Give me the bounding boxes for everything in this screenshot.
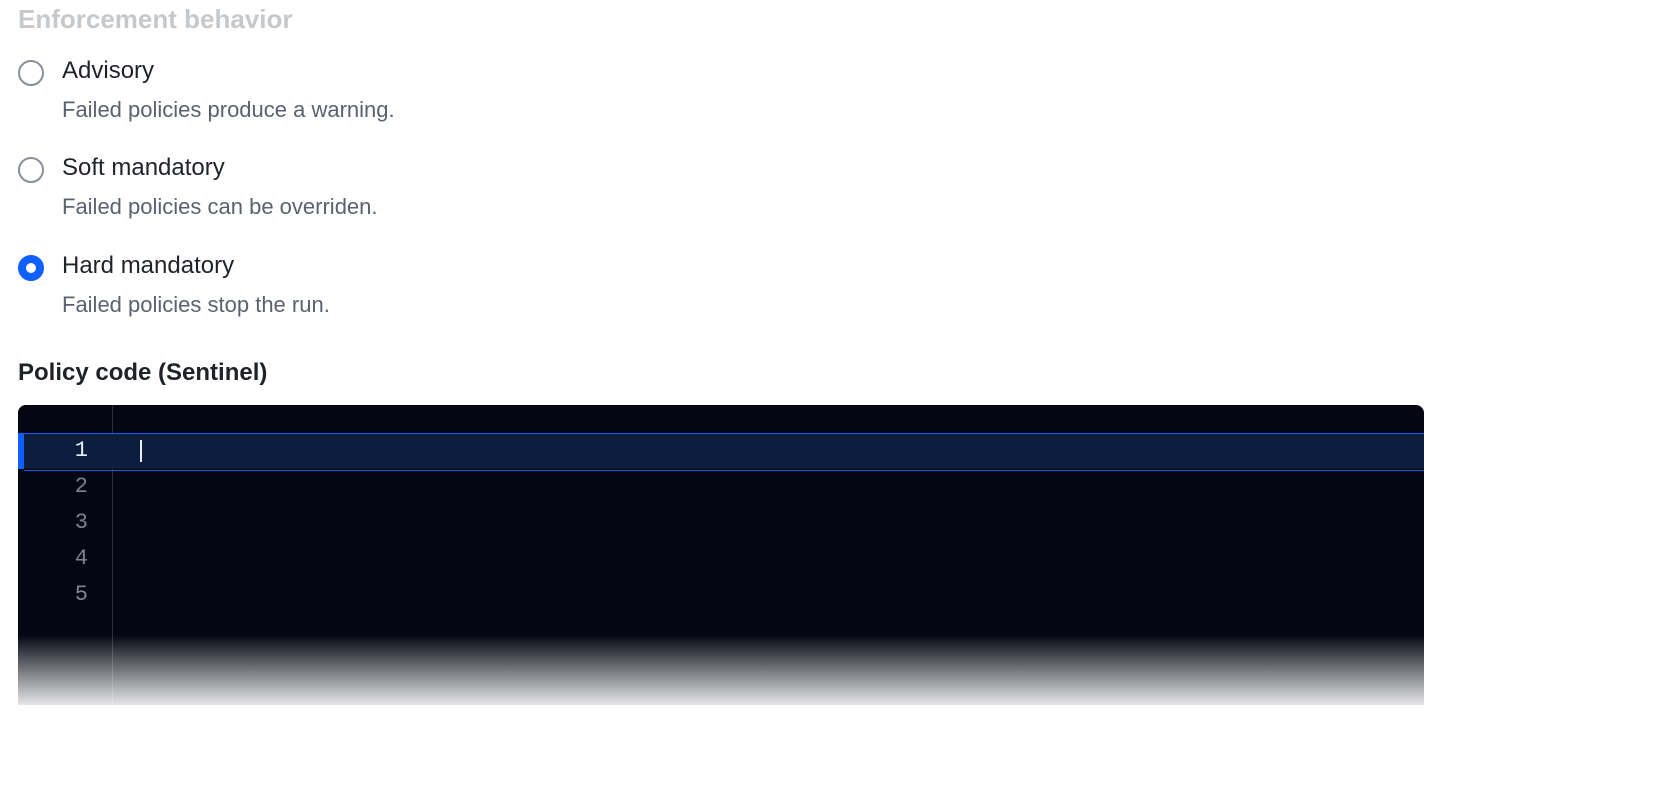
editor-line-3[interactable]: 3 [18,505,1424,541]
line-number: 1 [18,433,100,469]
radio-description: Failed policies can be overriden. [62,193,378,222]
radio-text: Soft mandatory Failed policies can be ov… [62,154,378,221]
editor-inner: 1 2 3 4 5 [18,405,1424,705]
radio-label: Advisory [62,57,395,86]
policy-code-heading: Policy code (Sentinel) [18,359,1654,387]
radio-icon [18,157,44,183]
line-number: 5 [18,577,100,613]
radio-text: Hard mandatory Failed policies stop the … [62,252,330,319]
policy-code-editor[interactable]: 1 2 3 4 5 [18,405,1424,705]
enforcement-behavior-radio-group: Advisory Failed policies produce a warni… [18,57,1654,319]
enforcement-option-advisory[interactable]: Advisory Failed policies produce a warni… [18,57,1654,124]
text-cursor-icon [140,440,142,462]
line-content [100,505,1424,541]
editor-line-4[interactable]: 4 [18,541,1424,577]
enforcement-option-soft-mandatory[interactable]: Soft mandatory Failed policies can be ov… [18,154,1654,221]
line-content [100,433,1424,469]
policy-form-fragment: Enforcement behavior Advisory Failed pol… [0,4,1672,705]
radio-icon-selected [18,255,44,281]
line-number: 4 [18,541,100,577]
enforcement-option-hard-mandatory[interactable]: Hard mandatory Failed policies stop the … [18,252,1654,319]
radio-label: Hard mandatory [62,252,330,281]
line-number: 2 [18,469,100,505]
editor-line-1[interactable]: 1 [18,433,1424,469]
line-content [100,541,1424,577]
radio-text: Advisory Failed policies produce a warni… [62,57,395,124]
radio-label: Soft mandatory [62,154,378,183]
line-number: 3 [18,505,100,541]
line-content [100,577,1424,613]
radio-icon [18,60,44,86]
editor-line-5[interactable]: 5 [18,577,1424,613]
radio-description: Failed policies produce a warning. [62,96,395,125]
radio-description: Failed policies stop the run. [62,291,330,320]
line-content [100,469,1424,505]
enforcement-behavior-heading: Enforcement behavior [18,4,1654,35]
editor-line-2[interactable]: 2 [18,469,1424,505]
